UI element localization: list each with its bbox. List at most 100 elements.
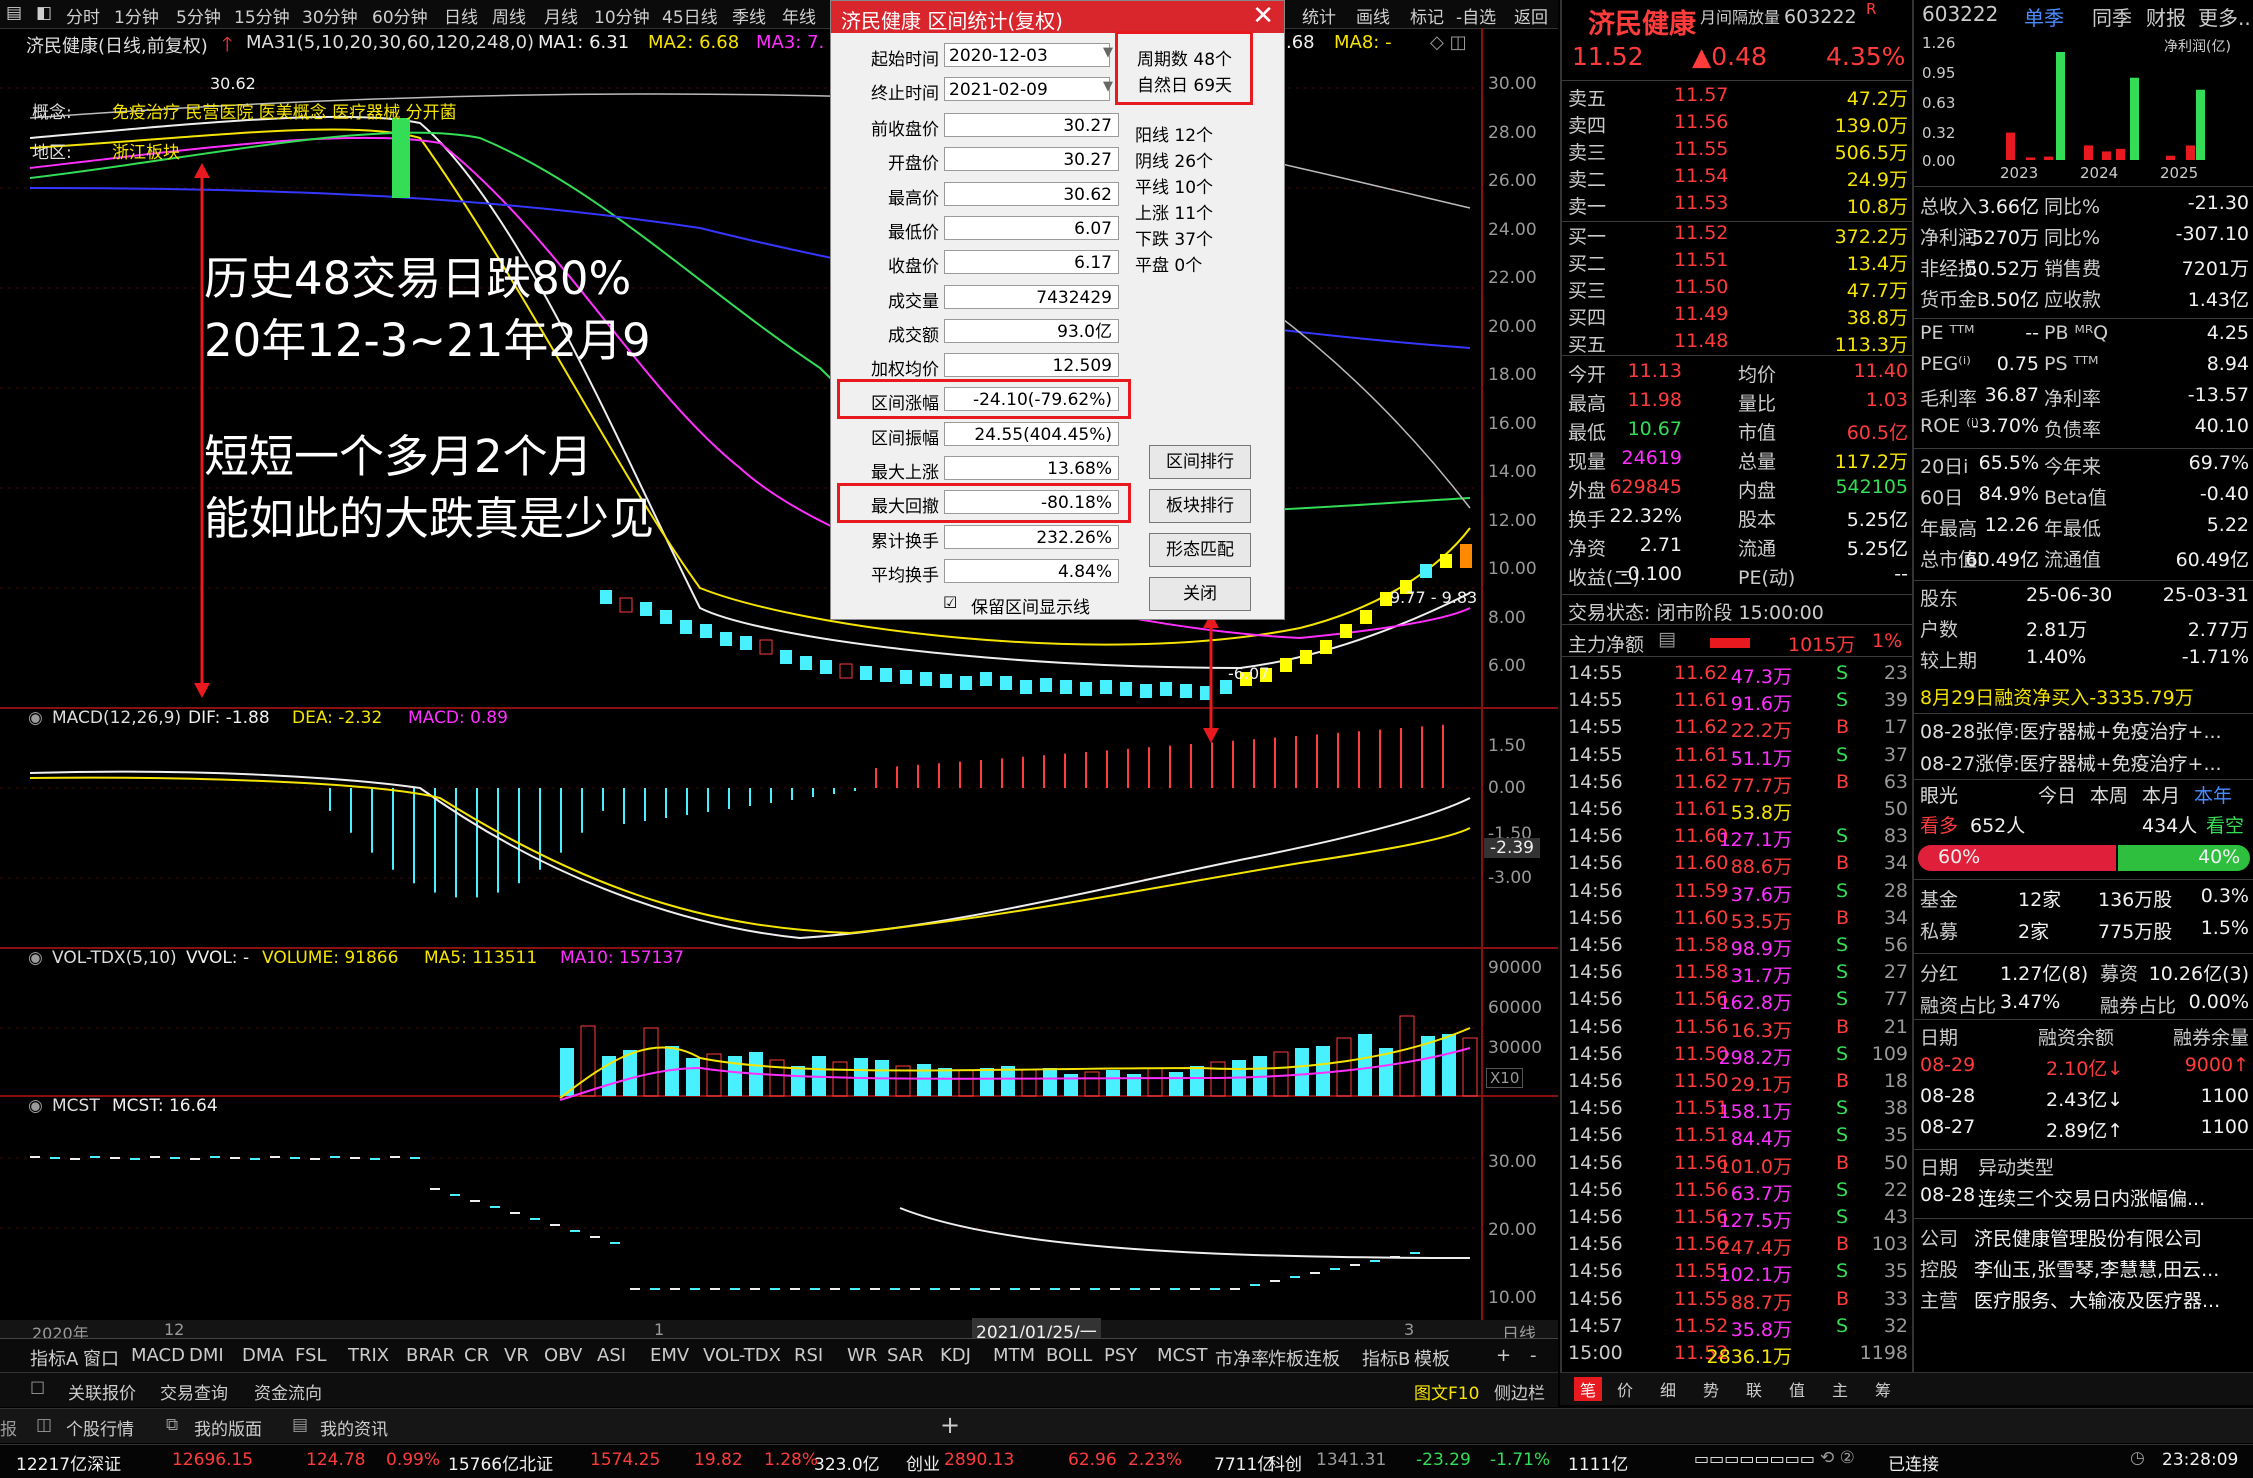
panel-collapse-icon[interactable]: ◉ [28,948,43,968]
indicator-tab[interactable]: 窗口 [83,1345,119,1371]
concept-tags[interactable]: 免疫治疗 民营医院 医美概念 医疗器械 分开菌 [112,98,457,123]
nav-my-layout[interactable]: 我的版面 [194,1415,262,1440]
link-trade-query[interactable]: 交易查询 [160,1379,228,1404]
close-icon[interactable]: ✕ [1252,1,1274,31]
period-tab[interactable]: 60分钟 [372,3,428,28]
panel-collapse-icon[interactable]: ◉ [28,708,43,728]
vote-tab[interactable]: 本周 [2090,781,2128,808]
field-value[interactable]: 30.27 [944,113,1119,137]
quote-tab[interactable]: 主 [1832,1377,1848,1401]
indicator-tab[interactable]: WR [847,1345,877,1366]
range-rank-button[interactable]: 区间排行 [1149,445,1251,479]
margin-note[interactable]: 8月29日融资净买入-3335.79万 [1920,683,2194,710]
field-value[interactable]: 232.26% [944,524,1119,549]
vol-label[interactable]: VOL-TDX(5,10) [52,948,177,968]
add-tab-button[interactable]: + [940,1411,960,1439]
tab-more[interactable]: 更多.. [2198,2,2251,31]
indicator-tab[interactable]: PSY [1104,1345,1137,1366]
mcst-label[interactable]: MCST [52,1096,100,1116]
quote-tab[interactable]: 筹 [1875,1377,1891,1401]
watchlist-button[interactable]: -自选 [1456,3,1496,28]
indicator-tab[interactable]: ASI [597,1345,626,1366]
indicator-right[interactable]: 指标B [1362,1345,1410,1371]
sidebar-button[interactable]: 侧边栏 [1494,1379,1545,1404]
indicator-tab[interactable]: MCST [1157,1345,1208,1366]
quote-tab[interactable]: 细 [1660,1377,1676,1401]
field-value[interactable]: 4.84% [944,558,1119,583]
period-tab[interactable]: 月线 [544,3,578,28]
f10-value[interactable]: 济民健康管理股份有限公司 [1974,1224,2202,1251]
indicator-tab[interactable]: MTM [993,1345,1035,1366]
indicator-tab[interactable]: CR [464,1345,489,1366]
dialog-titlebar[interactable]: 济民健康 区间统计(复权) ✕ [831,1,1284,33]
indicator-tab[interactable]: 指标A [30,1345,78,1371]
indicator-tab[interactable]: DMA [242,1345,284,1366]
indicator-tab[interactable]: EMV [650,1345,689,1366]
field-value[interactable]: 6.17 [944,250,1119,275]
period-tab[interactable]: 5分钟 [176,3,221,28]
indicator-tab[interactable]: MACD [131,1345,185,1366]
mark-button[interactable]: 标记 [1410,3,1444,28]
field-value[interactable]: 7432429 [944,284,1119,309]
indicator-right[interactable]: - [1530,1345,1537,1366]
quote-tab[interactable]: 价 [1617,1377,1633,1401]
quote-tab[interactable]: 值 [1789,1377,1805,1401]
field-value[interactable]: 93.0亿 [944,318,1119,343]
link-related-quote[interactable]: 关联报价 [68,1379,136,1404]
indicator-tab[interactable]: OBV [544,1345,582,1366]
pattern-match-button[interactable]: 形态匹配 [1149,533,1251,567]
period-tab[interactable]: 周线 [492,3,526,28]
nav-my-news[interactable]: 我的资讯 [320,1415,388,1440]
chart-area[interactable]: 济民健康(日线,前复权) 🡑 MA31(5,10,20,30,60,120,24… [0,28,1558,1345]
link-fund-flow[interactable]: 资金流向 [254,1379,322,1404]
dialog-close-button[interactable]: 关闭 [1149,577,1251,611]
field-value[interactable]: 30.62 [944,181,1119,206]
vote-tab[interactable]: 本月 [2142,781,2180,808]
indicator-tab[interactable]: 炸板连板 [1268,1345,1340,1371]
start-date-input[interactable]: 2020-12-03 [944,43,1110,67]
macd-label[interactable]: MACD(12,26,9) [52,708,181,728]
draw-button[interactable]: 画线 [1356,3,1390,28]
quote-tab[interactable]: 笔 [1574,1377,1603,1401]
vote-tab[interactable]: 本年 [2194,781,2232,808]
event-type[interactable]: 连续三个交易日内涨幅偏... [1978,1184,2205,1211]
chevron-down-icon[interactable]: ▼ [1103,79,1113,94]
nav-stock-quote[interactable]: 个股行情 [66,1415,134,1440]
keep-line-checkbox[interactable]: ☑ [943,593,957,612]
checkbox-icon[interactable]: ☐ [30,1379,45,1399]
indicator-tab[interactable]: RSI [794,1345,823,1366]
indicator-tab[interactable]: TRIX [348,1345,389,1366]
f10-value[interactable]: 李仙玉,张雪琴,李慧慧,田云... [1974,1255,2219,1282]
region-tag[interactable]: 浙江板块 [112,138,180,163]
vote-tab[interactable]: 今日 [2038,781,2076,808]
f10-value[interactable]: 医疗服务、大输液及医疗器... [1974,1286,2220,1313]
field-value[interactable]: 12.509 [944,353,1119,378]
indicator-tab[interactable]: VOL-TDX [703,1345,781,1366]
period-tab-active[interactable]: 日线 [444,3,478,28]
indicator-tab[interactable]: BRAR [406,1345,455,1366]
indicator-tab[interactable]: 市净率 [1215,1345,1269,1371]
field-value[interactable]: 6.07 [944,215,1119,240]
indicator-tab[interactable]: DMI [189,1345,224,1366]
tab-report[interactable]: 财报 [2146,2,2186,31]
indicator-tab[interactable]: FSL [295,1345,327,1366]
stats-button[interactable]: 统计 [1302,3,1336,28]
period-tab[interactable]: 30分钟 [302,3,358,28]
news-item[interactable]: 08-27涨停:医疗器械+免疫治疗+... [1920,749,2222,776]
chevron-down-icon[interactable]: ▼ [1103,45,1113,60]
period-tab[interactable]: 年线 [782,3,816,28]
window-icon[interactable]: ◧ [36,3,52,23]
indicator-right[interactable]: + [1496,1345,1511,1366]
ma-param-label[interactable]: MA31(5,10,20,30,60,120,248,0) [246,32,534,53]
period-tab[interactable]: 季线 [732,3,766,28]
indicator-tab[interactable]: SAR [887,1345,924,1366]
news-item[interactable]: 08-28张停:医疗器械+免疫治疗+... [1920,717,2222,744]
menu-icon[interactable]: ▤ [6,3,22,23]
sector-rank-button[interactable]: 板块排行 [1149,489,1251,523]
period-tab[interactable]: 10分钟 [594,3,650,28]
period-tab[interactable]: 分时 [66,3,100,28]
period-tab[interactable]: 15分钟 [234,3,290,28]
detail-icon[interactable]: ▤ [1658,628,1676,650]
quote-tab[interactable]: 势 [1703,1377,1719,1401]
chart-settings-icon[interactable]: ◇ ◫ [1430,32,1467,53]
